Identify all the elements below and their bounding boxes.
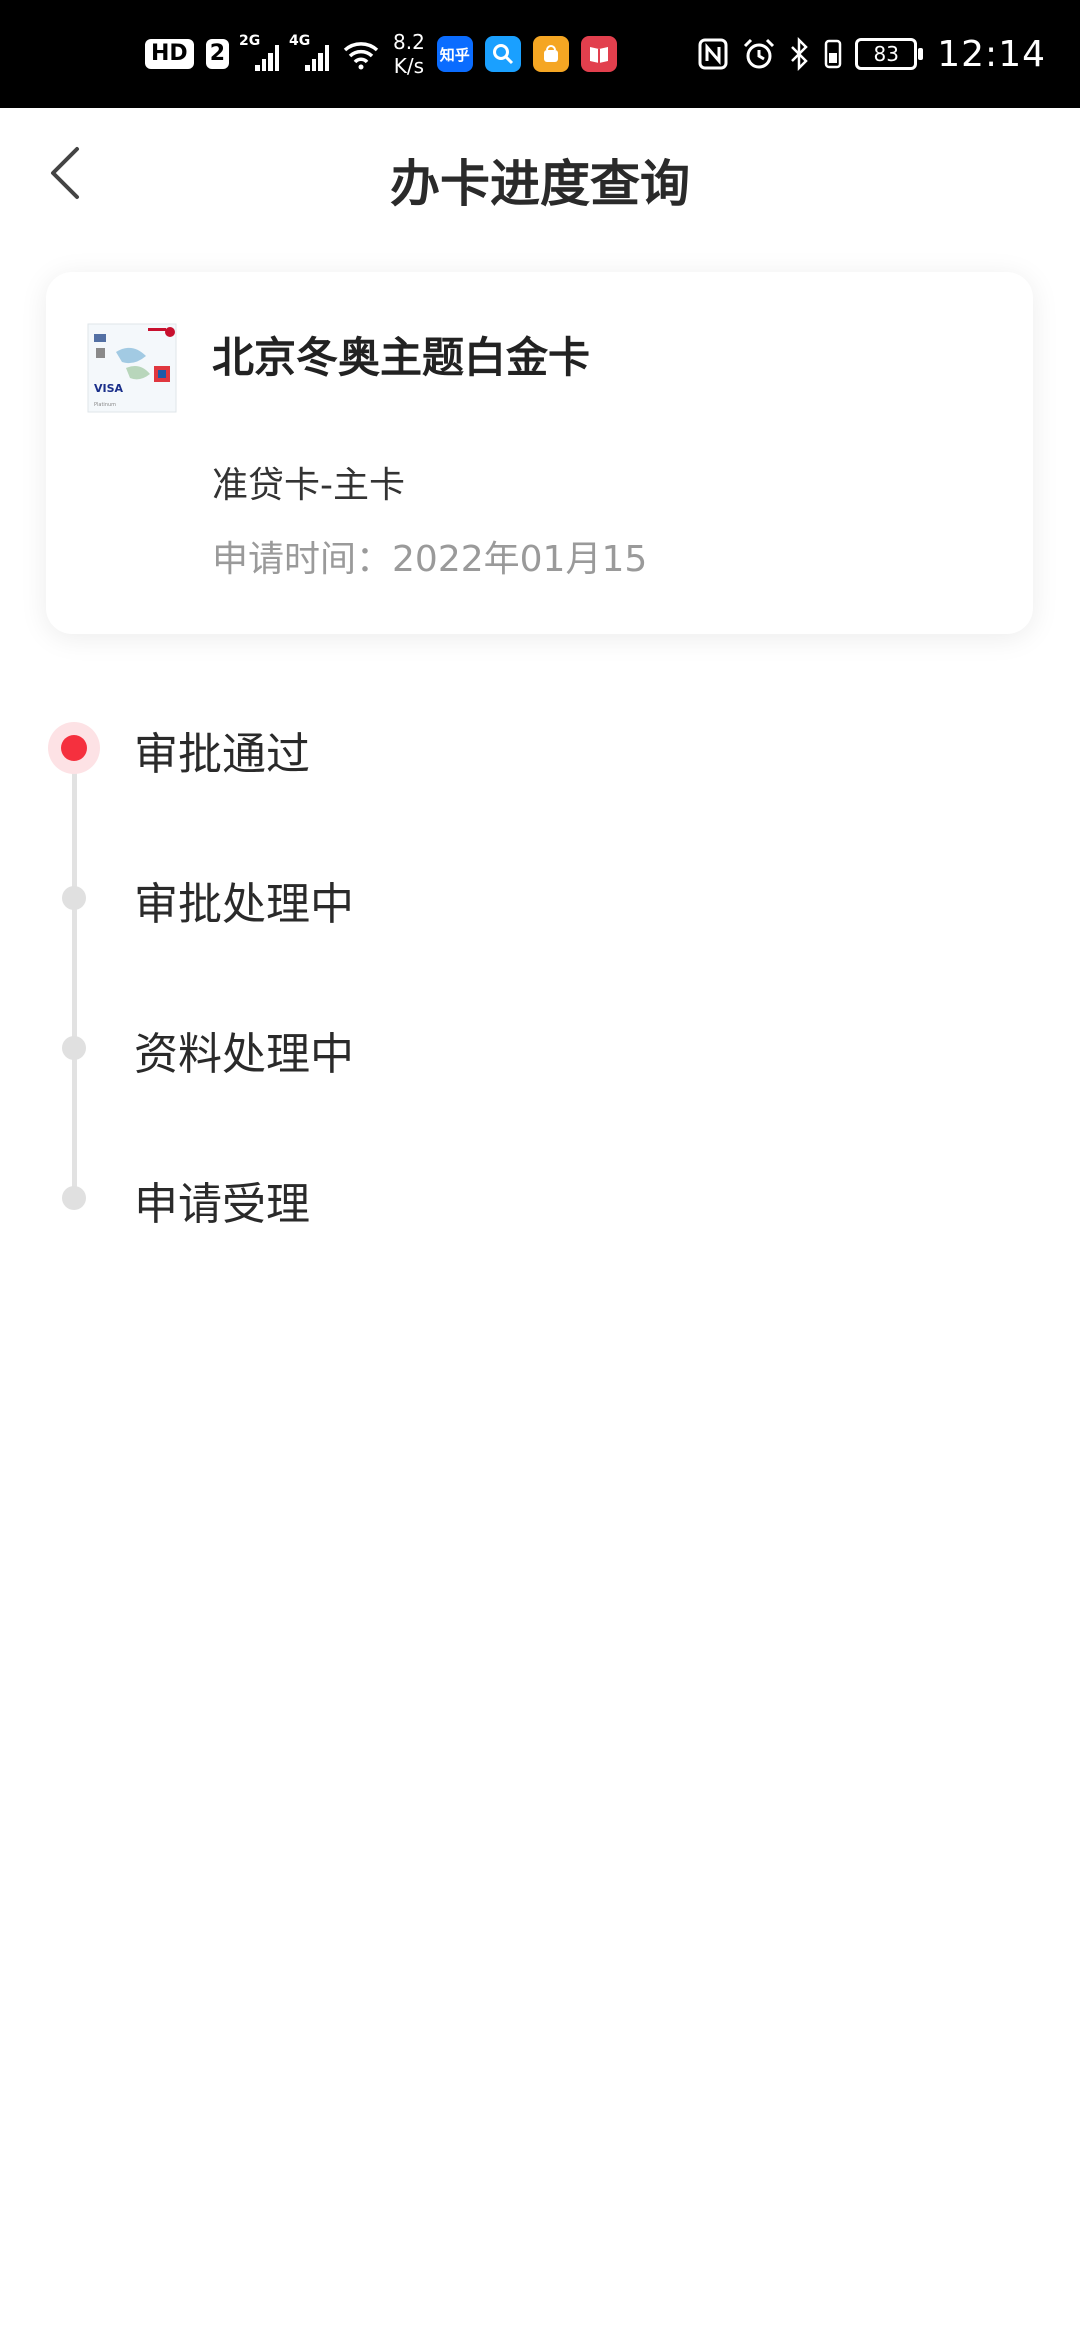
nfc-icon xyxy=(698,38,728,70)
vibrate-icon xyxy=(825,39,842,69)
timeline-step: 申请受理 xyxy=(0,1150,1080,1240)
shopping-app-icon xyxy=(532,36,569,72)
timeline-dot-active xyxy=(48,722,100,774)
timeline-dot xyxy=(62,886,86,910)
date-value: 2022年01月15 xyxy=(392,539,648,580)
alarm-icon xyxy=(744,38,775,69)
step-label: 审批处理中 xyxy=(134,879,354,930)
step-label: 审批通过 xyxy=(134,729,310,780)
nav-header: 办卡进度查询 xyxy=(0,108,1080,240)
timeline-step: 审批通过 xyxy=(0,700,1080,790)
search-app-icon xyxy=(484,36,521,72)
svg-text:VISA: VISA xyxy=(94,382,124,395)
wifi-icon xyxy=(343,42,379,70)
credit-card-image: VISA Platinum xyxy=(87,323,177,413)
signal-2g-icon: 2G xyxy=(239,33,279,71)
speed-unit: K/s xyxy=(393,54,425,78)
card-name: 北京冬奥主题白金卡 xyxy=(212,333,591,382)
step-label: 资料处理中 xyxy=(134,1029,354,1080)
zhihu-app-icon: 知乎 xyxy=(436,36,473,72)
date-label: 申请时间： xyxy=(212,539,393,580)
progress-timeline: 审批通过 审批处理中 资料处理中 申请受理 xyxy=(0,700,1080,1260)
timeline-dot xyxy=(62,1186,86,1210)
battery-indicator: 83 xyxy=(855,38,924,70)
application-date: 申请时间：2022年01月15 xyxy=(212,530,647,582)
network-speed: 8.2 K/s xyxy=(393,30,425,78)
speed-value: 8.2 xyxy=(393,30,425,54)
timeline-dot xyxy=(62,1036,86,1060)
net2-label: 4G xyxy=(289,33,311,49)
timeline-step: 审批处理中 xyxy=(0,850,1080,940)
status-bar-left: HD 2 2G 4G 8.2 K/s 知乎 xyxy=(145,0,617,108)
signal-4g-icon: 4G xyxy=(289,33,329,71)
status-bar-right: 83 12:14 xyxy=(697,0,1046,108)
hd-indicator: HD xyxy=(145,39,194,69)
card-type: 准贷卡-主卡 xyxy=(212,465,405,506)
step-label: 申请受理 xyxy=(134,1179,310,1230)
timeline-step: 资料处理中 xyxy=(0,1000,1080,1090)
svg-text:Platinum: Platinum xyxy=(94,402,116,408)
reader-app-icon xyxy=(580,36,617,72)
sim-indicator: 2 xyxy=(205,39,229,69)
clock: 12:14 xyxy=(937,33,1046,75)
card-info-panel: VISA Platinum 北京冬奥主题白金卡 准贷卡-主卡 申请时间：2022… xyxy=(46,272,1033,634)
status-bar: HD 2 2G 4G 8.2 K/s 知乎 83 12:14 xyxy=(0,0,1080,108)
bluetooth-icon xyxy=(791,37,809,71)
net1-label: 2G xyxy=(239,33,261,49)
page-title: 办卡进度查询 xyxy=(390,155,690,213)
timeline-line xyxy=(72,742,77,1192)
